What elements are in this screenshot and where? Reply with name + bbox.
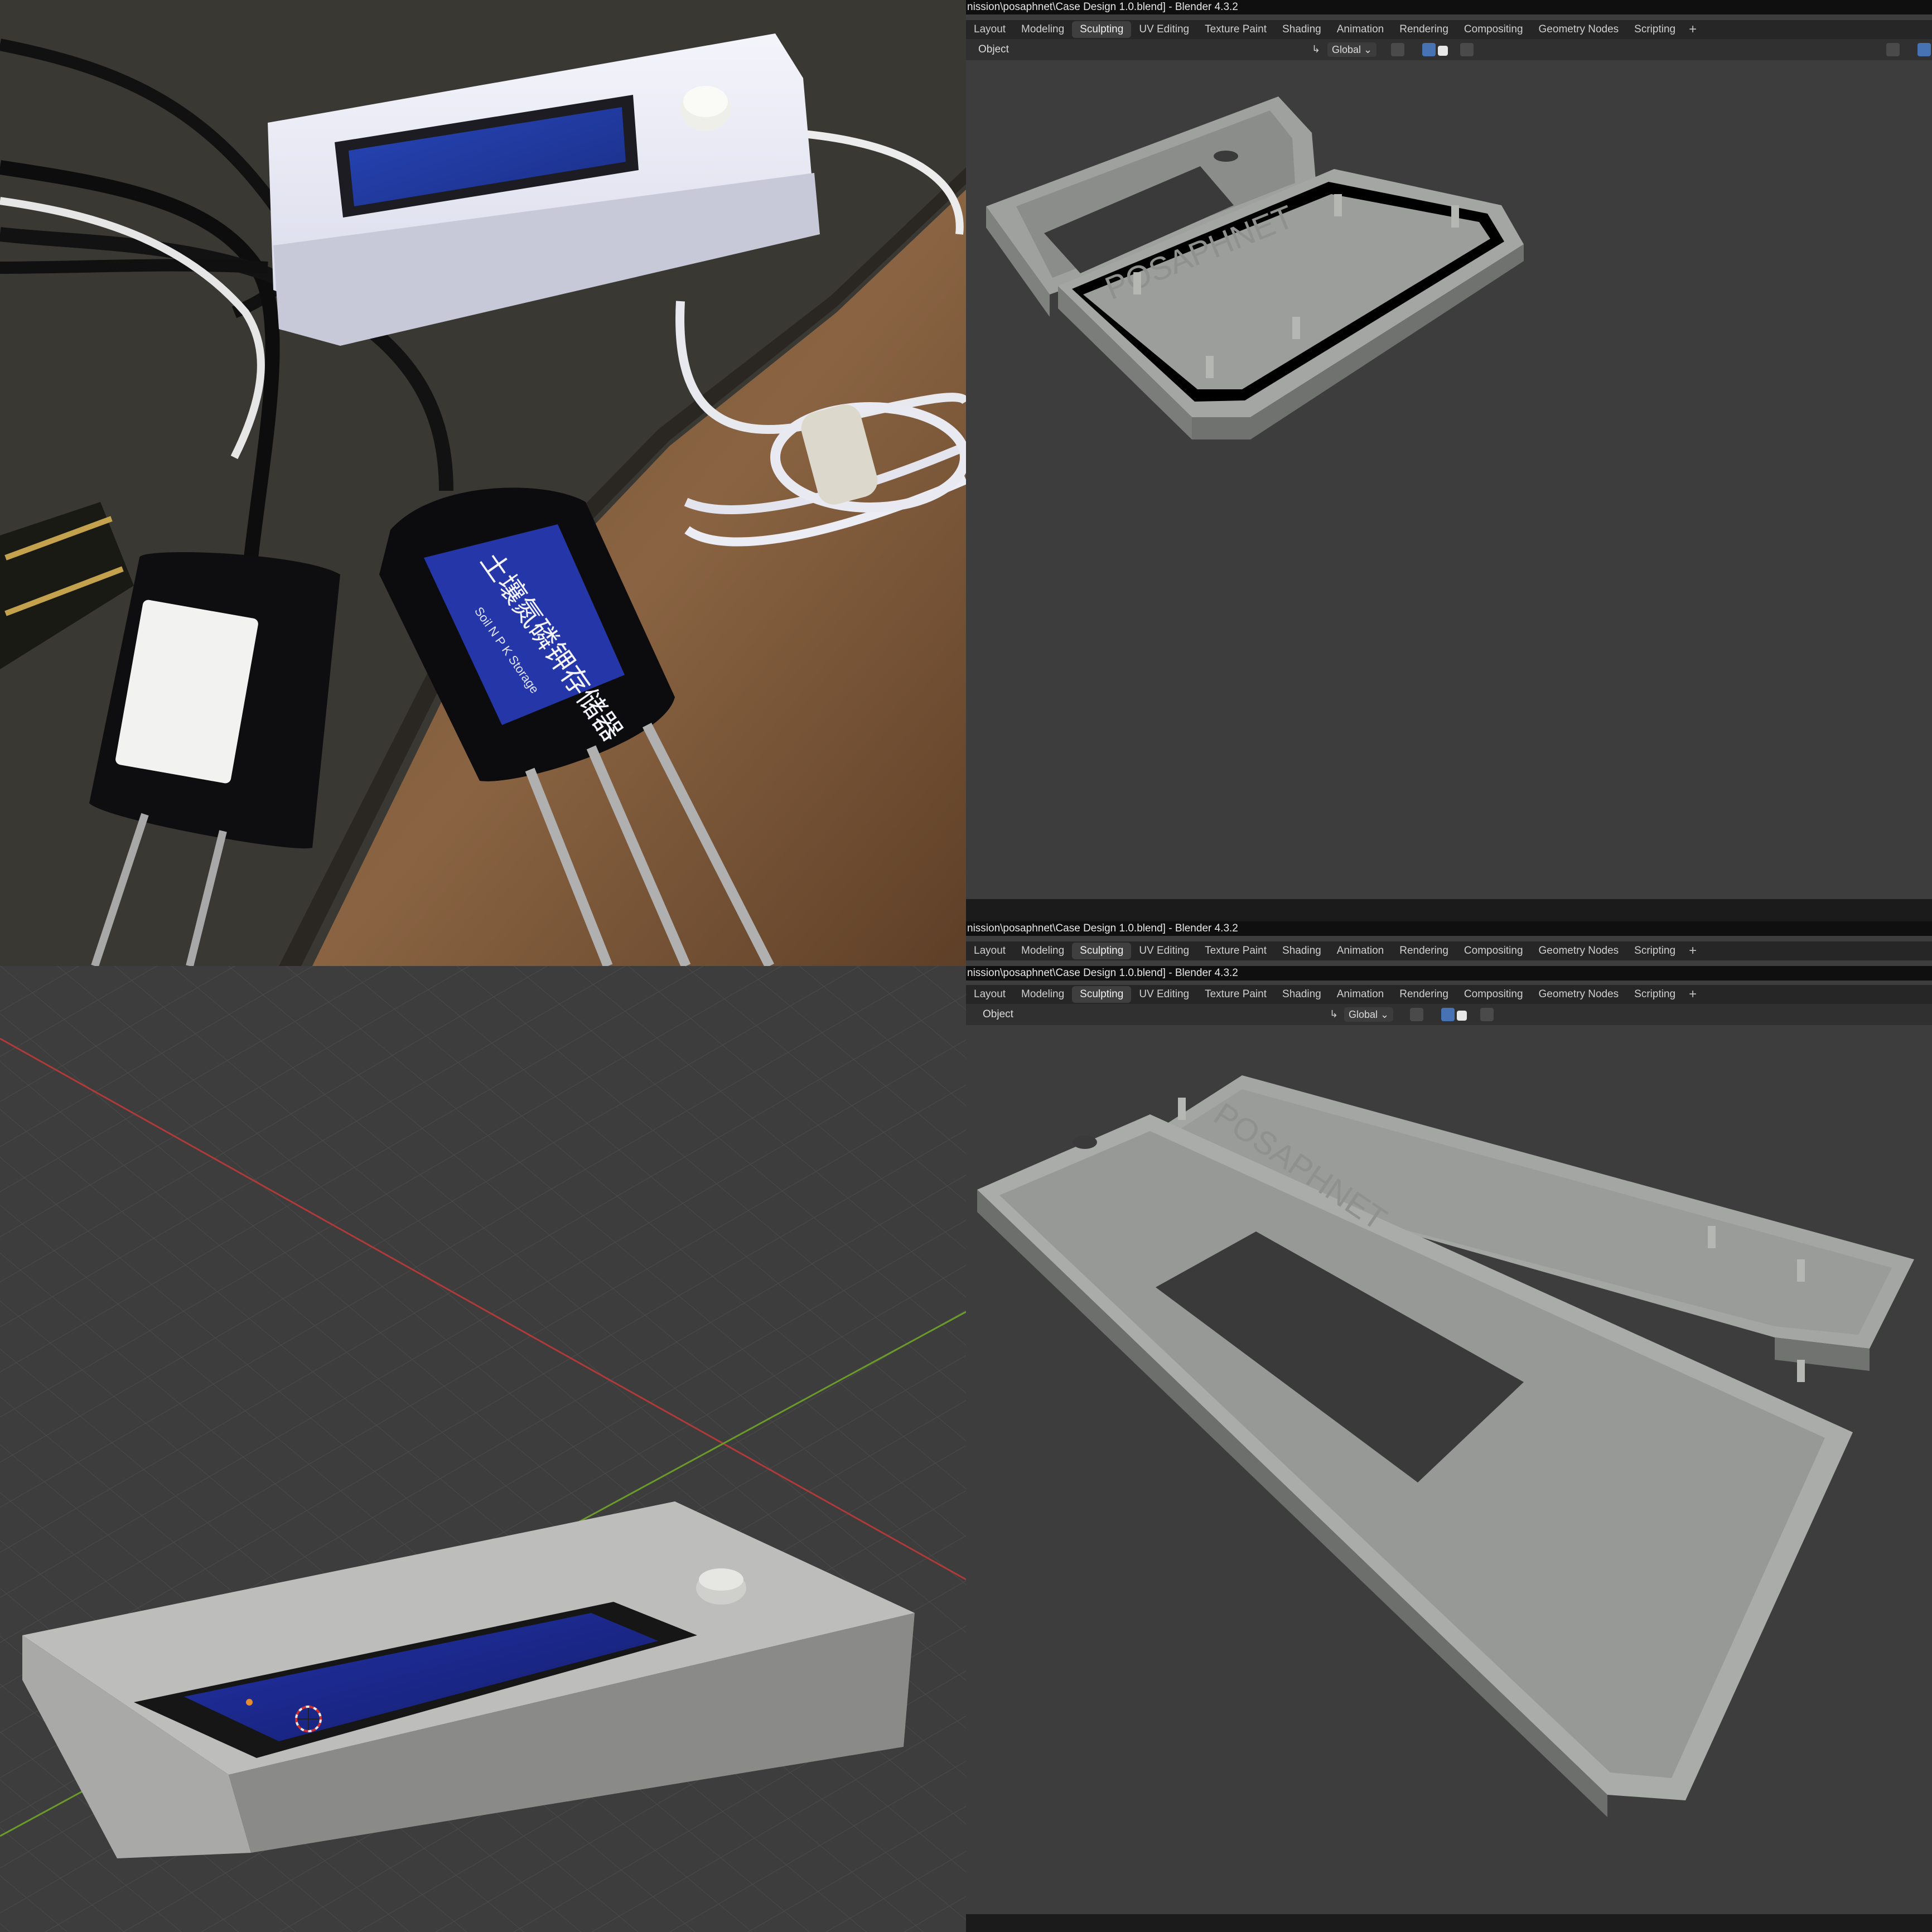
- workspace-tabs: Layout Modeling Sculpting UV Editing Tex…: [966, 20, 1932, 39]
- proportional-edit-icon[interactable]: [1480, 1008, 1494, 1021]
- snap-target-icon[interactable]: [1457, 1010, 1467, 1021]
- tab-animation[interactable]: Animation: [1329, 21, 1392, 38]
- case-button-top: [683, 86, 728, 117]
- tab-sculpting[interactable]: Sculpting: [1072, 21, 1132, 38]
- tab-geometry-nodes[interactable]: Geometry Nodes: [1531, 986, 1627, 1003]
- tab-layout[interactable]: Layout: [966, 21, 1013, 38]
- add-workspace-button[interactable]: +: [1683, 943, 1702, 959]
- tab-texture-paint[interactable]: Texture Paint: [1197, 21, 1274, 38]
- tab-geometry-nodes[interactable]: Geometry Nodes: [1531, 943, 1627, 959]
- case-lid-button-hole: [1073, 1136, 1097, 1149]
- orientation-dropdown[interactable]: Global ⌄: [1344, 1007, 1394, 1022]
- tab-uv-editing[interactable]: UV Editing: [1131, 21, 1197, 38]
- tab-layout[interactable]: Layout: [966, 943, 1013, 959]
- viewport-header: Object ↳ Global ⌄: [966, 39, 1932, 60]
- tab-animation[interactable]: Animation: [1329, 943, 1392, 959]
- viewport-open-case-2: POSAPHNET: [977, 1075, 1914, 1817]
- case-clip: [1797, 1360, 1805, 1382]
- tab-rendering[interactable]: Rendering: [1392, 943, 1456, 959]
- tab-rendering[interactable]: Rendering: [1392, 21, 1456, 38]
- window-title: nission\posaphnet\Case Design 1.0.blend]…: [966, 0, 1932, 15]
- tab-shading[interactable]: Shading: [1274, 21, 1329, 38]
- tab-uv-editing[interactable]: UV Editing: [1131, 986, 1197, 1003]
- case-clip: [1206, 356, 1214, 378]
- case-button-top: [699, 1568, 743, 1591]
- origin-dot: [246, 1699, 253, 1706]
- tab-shading[interactable]: Shading: [1274, 986, 1329, 1003]
- photo-illustration: 土壤氮磷钾存储器 Soil N P K Storage: [0, 0, 966, 966]
- snap-target-icon[interactable]: [1438, 45, 1448, 56]
- add-workspace-button[interactable]: +: [1683, 987, 1702, 1002]
- 3d-cursor-icon[interactable]: [295, 1706, 322, 1732]
- tab-scripting[interactable]: Scripting: [1626, 21, 1683, 38]
- case-clip: [1708, 1226, 1716, 1248]
- black-cable: [0, 259, 268, 274]
- window-divider: [966, 899, 1932, 921]
- tab-sculpting[interactable]: Sculpting: [1072, 986, 1132, 1003]
- pivot-icon[interactable]: [1391, 43, 1404, 56]
- transform-orientation-icon: ↳: [1312, 44, 1321, 55]
- snap-icon[interactable]: [1441, 1008, 1455, 1021]
- case-clip: [1133, 272, 1141, 294]
- viewport-header: Object ↳ Global ⌄: [966, 1004, 1932, 1025]
- orientation-dropdown[interactable]: Global ⌄: [1327, 42, 1377, 57]
- case-clip: [1178, 1098, 1186, 1120]
- tab-modeling[interactable]: Modeling: [1013, 21, 1072, 38]
- viewport-closed-case: [0, 966, 966, 1932]
- tab-texture-paint[interactable]: Texture Paint: [1197, 986, 1274, 1003]
- transform-orientation-icon: ↳: [1330, 1008, 1339, 1020]
- tab-shading[interactable]: Shading: [1274, 943, 1329, 959]
- window-title-middle: nission\posaphnet\Case Design 1.0.blend]…: [966, 921, 1932, 936]
- viewport-open-case: POSAPHNET: [986, 96, 1524, 439]
- orientation-label: Global: [1332, 44, 1361, 55]
- add-workspace-button[interactable]: +: [1683, 22, 1702, 37]
- tab-uv-editing[interactable]: UV Editing: [1131, 943, 1197, 959]
- visibility-icon[interactable]: [1886, 43, 1900, 56]
- tab-layout[interactable]: Layout: [966, 986, 1013, 1003]
- gizmo-toggle-icon[interactable]: [1917, 43, 1931, 56]
- tab-compositing[interactable]: Compositing: [1456, 943, 1531, 959]
- tab-compositing[interactable]: Compositing: [1456, 21, 1531, 38]
- proportional-edit-icon[interactable]: [1460, 43, 1474, 56]
- case-clip: [1292, 317, 1300, 339]
- pivot-icon[interactable]: [1410, 1008, 1423, 1021]
- tab-animation[interactable]: Animation: [1329, 986, 1392, 1003]
- window-title: nission\posaphnet\Case Design 1.0.blend]…: [966, 966, 1932, 981]
- workspace-tabs: Layout Modeling Sculpting UV Editing Tex…: [966, 985, 1932, 1004]
- status-bar: [966, 1914, 1932, 1932]
- blender-window-top: nission\posaphnet\Case Design 1.0.blend]…: [966, 0, 1932, 966]
- tab-compositing[interactable]: Compositing: [1456, 986, 1531, 1003]
- viewport-scene: [0, 966, 966, 1932]
- snap-icon[interactable]: [1422, 43, 1436, 56]
- workspace-tabs-middle: Layout Modeling Sculpting UV Editing Tex…: [966, 941, 1932, 960]
- tab-modeling[interactable]: Modeling: [1013, 943, 1072, 959]
- photo-panel: 土壤氮磷钾存储器 Soil N P K Storage: [0, 0, 966, 966]
- case-clip: [1334, 194, 1342, 216]
- tab-rendering[interactable]: Rendering: [1392, 986, 1456, 1003]
- case-clip: [1451, 205, 1459, 228]
- tab-scripting[interactable]: Scripting: [1626, 986, 1683, 1003]
- orientation-label: Global: [1349, 1009, 1378, 1020]
- tab-scripting[interactable]: Scripting: [1626, 943, 1683, 959]
- mode-selector[interactable]: Object: [983, 1008, 1013, 1021]
- tab-modeling[interactable]: Modeling: [1013, 986, 1072, 1003]
- mode-selector[interactable]: Object: [978, 44, 1009, 56]
- tab-sculpting[interactable]: Sculpting: [1072, 943, 1132, 959]
- blender-window-bottom: nission\posaphnet\Case Design 1.0.blend]…: [966, 966, 1932, 1932]
- tab-geometry-nodes[interactable]: Geometry Nodes: [1531, 21, 1627, 38]
- tab-texture-paint[interactable]: Texture Paint: [1197, 943, 1274, 959]
- case-lid-button-hole: [1214, 151, 1238, 162]
- case-clip: [1797, 1259, 1805, 1282]
